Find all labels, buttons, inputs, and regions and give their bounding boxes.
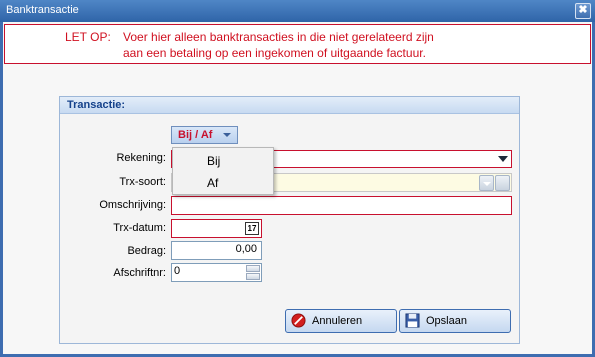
- bedrag-field[interactable]: 0,00: [171, 241, 262, 260]
- trx-datum-label: Trx-datum:: [113, 222, 166, 234]
- bij-af-dropdown[interactable]: Bij / Af: [171, 126, 238, 144]
- save-label: Opslaan: [426, 315, 467, 327]
- warning-box: LET OP: Voer hier alleen banktransacties…: [4, 24, 591, 64]
- omschrijving-label: Omschrijving:: [99, 199, 166, 211]
- save-button[interactable]: Opslaan: [399, 309, 511, 333]
- window-title: Banktransactie: [6, 4, 79, 16]
- rekening-label: Rekening:: [116, 152, 166, 164]
- bij-af-selected: Bij / Af: [178, 129, 213, 141]
- trx-soort-label: Trx-soort:: [119, 176, 166, 188]
- cancel-button[interactable]: Annuleren: [285, 309, 397, 333]
- transactie-group: Transactie:: [59, 96, 520, 344]
- omschrijving-field[interactable]: [171, 196, 512, 215]
- close-icon[interactable]: ✖: [575, 3, 591, 19]
- afschriftnr-value: 0: [174, 265, 181, 277]
- save-icon: [405, 313, 420, 328]
- bedrag-value: 0,00: [235, 243, 257, 255]
- title-bar: Banktransactie ✖: [0, 0, 595, 22]
- menu-item-af[interactable]: Af: [207, 176, 218, 190]
- spin-down-button[interactable]: [246, 273, 260, 280]
- warning-label: LET OP:: [65, 30, 111, 44]
- menu-item-bij[interactable]: Bij: [207, 154, 220, 168]
- group-header: Transactie:: [60, 97, 519, 114]
- warning-line-2: aan een betaling op een ingekomen of uit…: [123, 46, 426, 60]
- afschriftnr-field[interactable]: 0: [171, 263, 262, 282]
- bedrag-label: Bedrag:: [127, 245, 166, 257]
- cancel-icon: [291, 313, 306, 328]
- bij-af-menu: Bij Af: [172, 147, 274, 195]
- chevron-down-icon: [223, 133, 231, 137]
- group-title: Transactie:: [67, 99, 126, 111]
- trx-datum-field[interactable]: 17: [171, 219, 262, 238]
- lookup-button[interactable]: [495, 175, 510, 191]
- warning-line-1: Voer hier alleen banktransacties in die …: [123, 30, 434, 44]
- afschriftnr-label: Afschriftnr:: [113, 267, 166, 279]
- calendar-icon[interactable]: 17: [245, 222, 259, 235]
- chevron-down-icon[interactable]: [496, 152, 510, 166]
- cancel-label: Annuleren: [312, 315, 363, 327]
- spinner-icon[interactable]: [246, 265, 260, 280]
- chevron-down-icon[interactable]: [479, 175, 494, 191]
- spin-up-button[interactable]: [246, 265, 260, 272]
